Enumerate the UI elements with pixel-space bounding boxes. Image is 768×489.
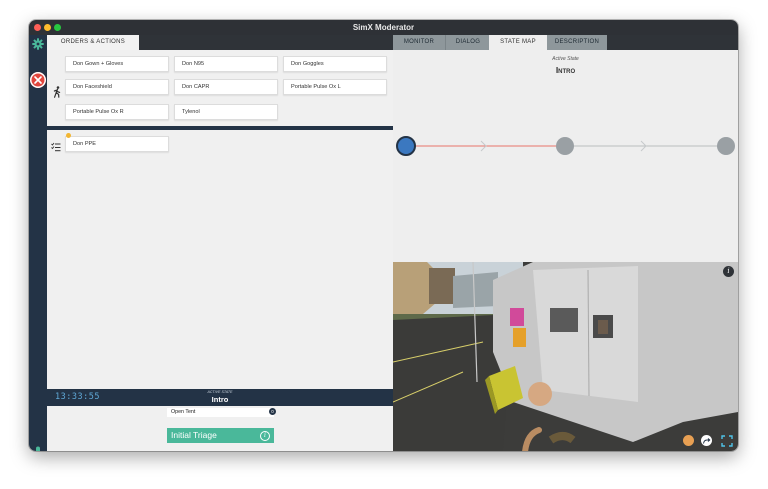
transition-label-text: Open Tent: [171, 409, 196, 415]
order-button[interactable]: Portable Pulse Ox L: [283, 79, 387, 95]
next-state-button[interactable]: Initial Triage i: [167, 428, 274, 443]
window-title: SimX Moderator: [352, 23, 415, 32]
minimize-window-button[interactable]: [44, 24, 51, 31]
right-panel: MONITOR DIALOG STATE MAP DESCRIPTION Act…: [393, 35, 738, 451]
walking-person-icon: [52, 85, 62, 98]
microphone-icon[interactable]: [33, 446, 43, 451]
gear-icon[interactable]: [32, 37, 44, 50]
fullscreen-icon[interactable]: [721, 434, 733, 447]
orders-panel: ORDERS & ACTIONS Don Gown + Gloves Don N…: [47, 35, 393, 451]
chevron-down-icon: [187, 421, 195, 434]
zoom-window-button[interactable]: [54, 24, 61, 31]
active-state-name: Intro: [211, 395, 229, 404]
state-map-caption: Active State: [552, 56, 579, 62]
chevron-down-icon: [241, 421, 249, 434]
order-button[interactable]: Portable Pulse Ox R: [65, 104, 169, 120]
order-button[interactable]: Don Faceshield: [65, 79, 169, 95]
title-bar: SimX Moderator: [29, 20, 738, 35]
state-map-title: Intro: [555, 65, 576, 75]
scene-view[interactable]: i: [393, 262, 738, 451]
close-window-button[interactable]: [34, 24, 41, 31]
transition-label[interactable]: Open Tent: [167, 408, 274, 417]
order-button[interactable]: Don CAPR: [174, 79, 278, 95]
state-node: [717, 137, 735, 155]
order-button[interactable]: Don Gown + Gloves: [65, 56, 169, 72]
queued-badge: [66, 133, 71, 138]
tab-description[interactable]: DESCRIPTION: [547, 35, 607, 50]
state-node-active: [396, 136, 416, 156]
queued-order-button[interactable]: Don PPE: [65, 136, 169, 152]
close-icon[interactable]: [30, 72, 46, 88]
order-button[interactable]: Tylenol: [174, 104, 278, 120]
next-state-label: Initial Triage: [171, 430, 217, 440]
status-bar: 13:33:55 Active State Intro: [47, 389, 393, 406]
tab-state-map[interactable]: STATE MAP: [489, 35, 547, 50]
active-state-caption: Active State: [207, 389, 233, 394]
tab-monitor[interactable]: MONITOR: [393, 35, 445, 50]
order-button[interactable]: Don Goggles: [283, 56, 387, 72]
state-node: [556, 137, 574, 155]
info-icon[interactable]: i: [723, 266, 734, 277]
state-map: [396, 136, 735, 156]
tab-orders-actions[interactable]: ORDERS & ACTIONS: [47, 35, 139, 50]
session-clock: 13:33:55: [55, 392, 100, 402]
info-icon[interactable]: i: [260, 430, 270, 441]
checklist-icon: [51, 139, 61, 152]
section-divider: [47, 126, 393, 130]
tab-dialog[interactable]: DIALOG: [445, 35, 490, 50]
order-button[interactable]: Don N95: [174, 56, 278, 72]
transition-count-badge: 0: [269, 408, 276, 415]
avatar-marker[interactable]: [683, 435, 694, 446]
app-window: SimX Moderator ORDERS & ACTIONS Don Gown…: [29, 20, 738, 451]
recenter-icon[interactable]: [701, 435, 712, 446]
left-sidebar: [29, 35, 47, 451]
